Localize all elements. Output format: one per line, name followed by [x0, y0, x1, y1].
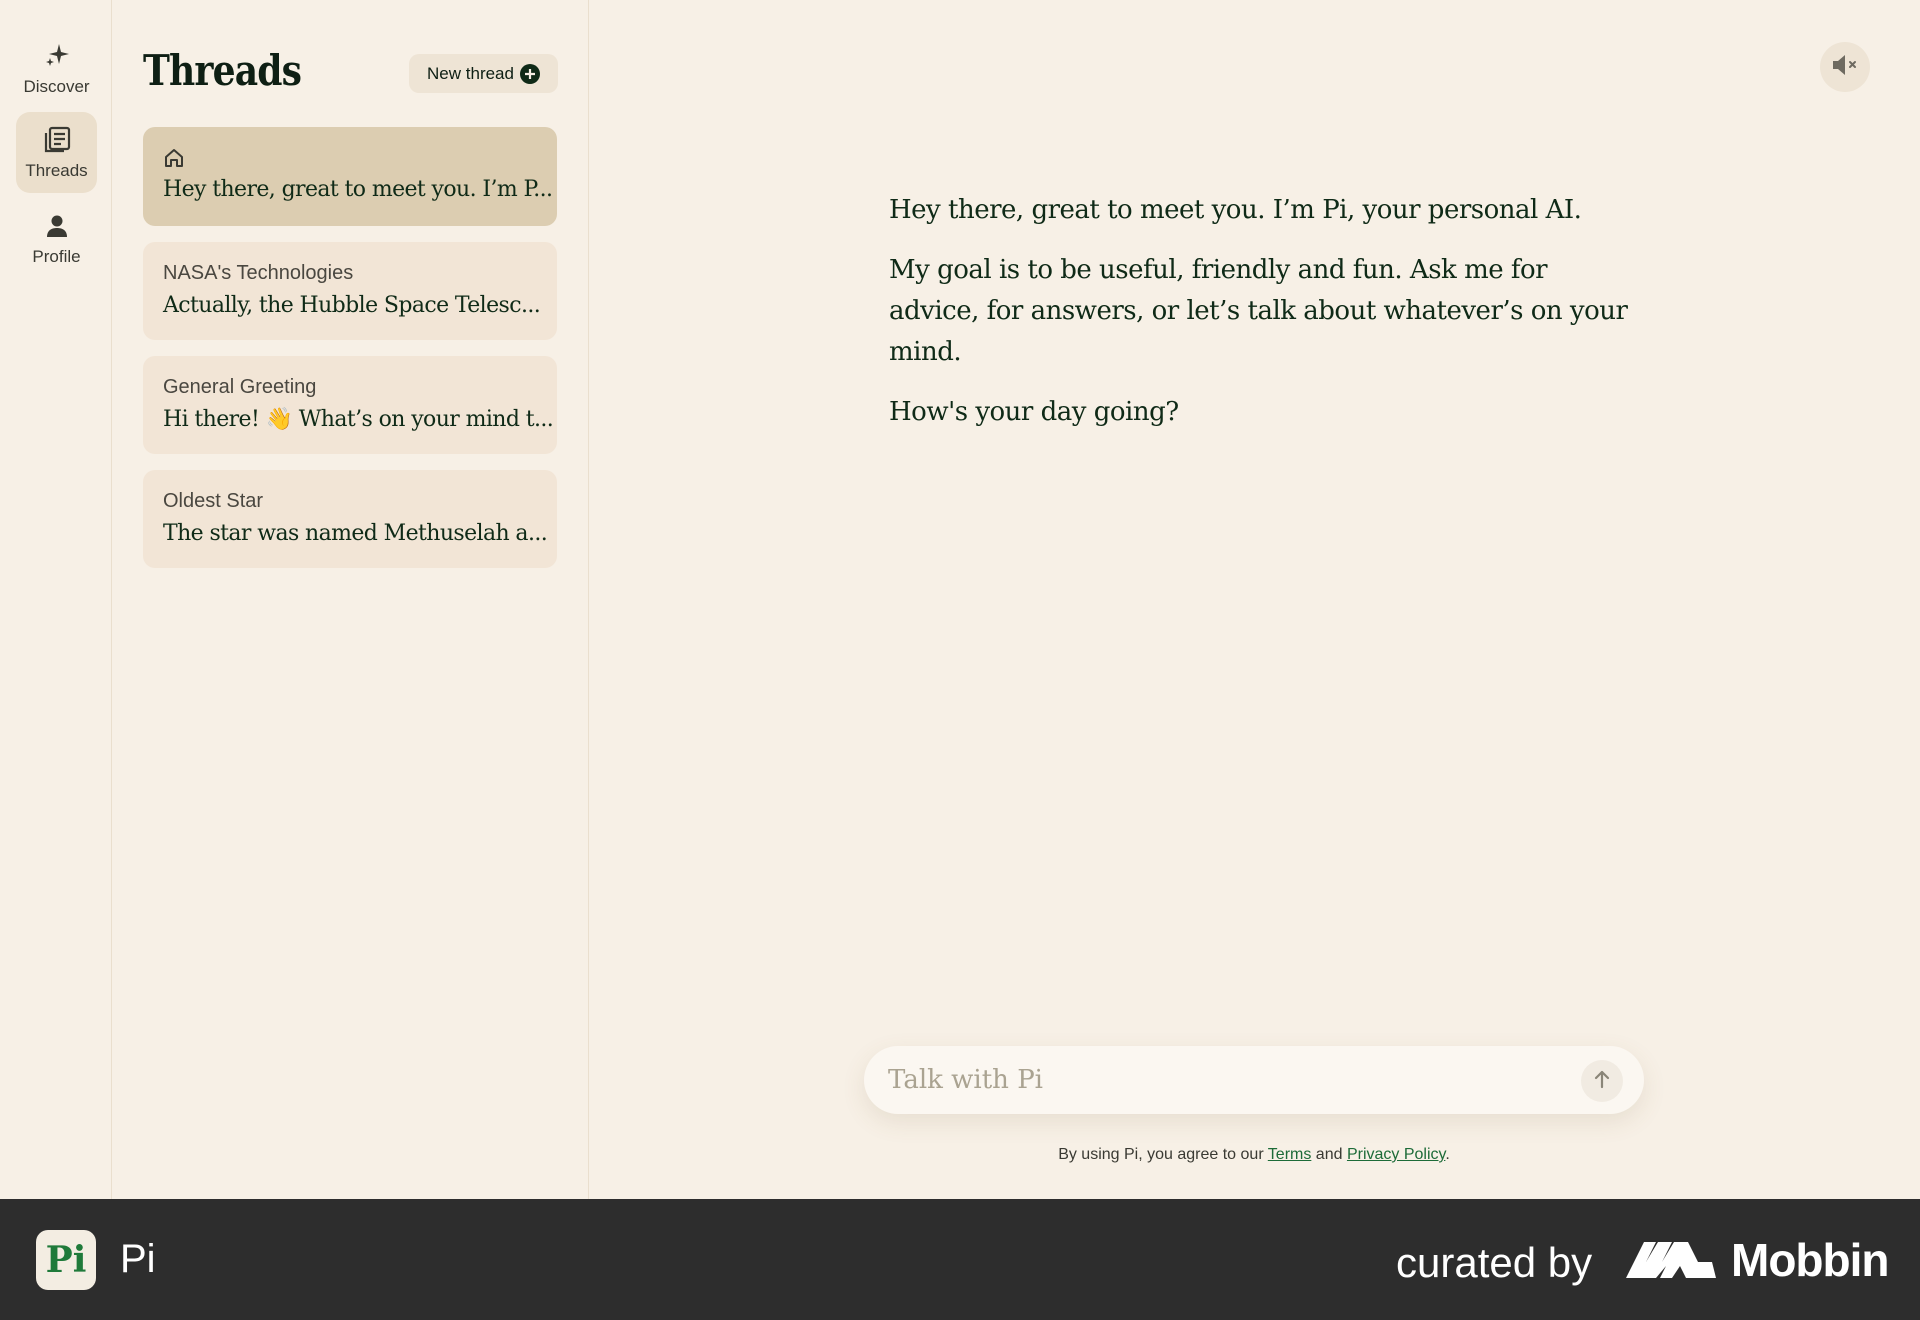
new-thread-button[interactable]: New thread	[409, 54, 558, 93]
pi-app-logo: Pi	[36, 1230, 96, 1290]
sparkle-icon	[42, 41, 72, 71]
chat-input[interactable]	[888, 1046, 1568, 1114]
legal-and: and	[1311, 1146, 1347, 1163]
thread-snippet: Hey there, great to meet you. I’m P...	[163, 177, 553, 202]
mobbin-banner: Pi Pi curated by Mobbin	[0, 1199, 1920, 1320]
chat-main: Hey there, great to meet you. I’m Pi, yo…	[590, 0, 1920, 1199]
thread-card[interactable]: NASA's Technologies Actually, the Hubble…	[143, 242, 557, 340]
curated-by-text: curated by	[1396, 1239, 1593, 1286]
threads-icon	[42, 125, 72, 155]
home-icon	[163, 147, 537, 169]
thread-title: NASA's Technologies	[163, 262, 354, 284]
legal-notice: By using Pi, you agree to our Terms and …	[864, 1146, 1644, 1164]
speaker-muted-icon	[1830, 52, 1860, 83]
nav-item-label: Discover	[23, 76, 90, 96]
privacy-policy-link[interactable]: Privacy Policy	[1347, 1146, 1445, 1163]
message-paragraph: Hey there, great to meet you. I’m Pi, yo…	[889, 195, 1582, 225]
mute-button[interactable]	[1820, 42, 1870, 92]
person-icon	[42, 211, 72, 241]
legal-suffix: .	[1445, 1146, 1450, 1163]
nav-item-label: Threads	[25, 160, 88, 180]
mobbin-wordmark: Mobbin	[1731, 1234, 1889, 1286]
mobbin-logo-icon	[1626, 1238, 1716, 1285]
message-paragraph: My goal is to be useful, friendly and fu…	[889, 255, 1628, 367]
thread-snippet: Actually, the Hubble Space Telesc...	[163, 293, 541, 318]
thread-title: Oldest Star	[163, 490, 264, 512]
legal-prefix: By using Pi, you agree to our	[1058, 1146, 1268, 1163]
nav-item-profile[interactable]: Profile	[16, 198, 97, 279]
nav-rail: Discover Threads Profile	[0, 0, 112, 1199]
composer	[864, 1046, 1644, 1114]
nav-item-threads[interactable]: Threads	[16, 112, 97, 193]
assistant-message: Hey there, great to meet you. I’m Pi, yo…	[889, 190, 1629, 452]
new-thread-label: New thread	[427, 63, 514, 83]
arrow-up-icon	[1593, 1069, 1611, 1094]
thread-card[interactable]: Oldest Star The star was named Methusela…	[143, 470, 557, 568]
threads-panel: Threads New thread Hey there, great to m…	[112, 0, 589, 1199]
thread-title: General Greeting	[163, 376, 317, 398]
threads-title: Threads	[143, 46, 302, 95]
nav-item-label: Profile	[32, 246, 81, 266]
message-paragraph: How's your day going?	[889, 397, 1179, 427]
nav-item-discover[interactable]: Discover	[16, 28, 97, 109]
terms-link[interactable]: Terms	[1268, 1146, 1312, 1163]
thread-card[interactable]: General Greeting Hi there! 👋 What’s on y…	[143, 356, 557, 454]
send-button[interactable]	[1581, 1060, 1623, 1102]
plus-circle-icon	[519, 63, 540, 84]
thread-card-active[interactable]: Hey there, great to meet you. I’m P...	[143, 127, 557, 226]
app-name: Pi	[120, 1237, 156, 1281]
thread-snippet: Hi there! 👋 What’s on your mind t...	[163, 407, 554, 432]
thread-snippet: The star was named Methuselah a...	[163, 521, 548, 546]
